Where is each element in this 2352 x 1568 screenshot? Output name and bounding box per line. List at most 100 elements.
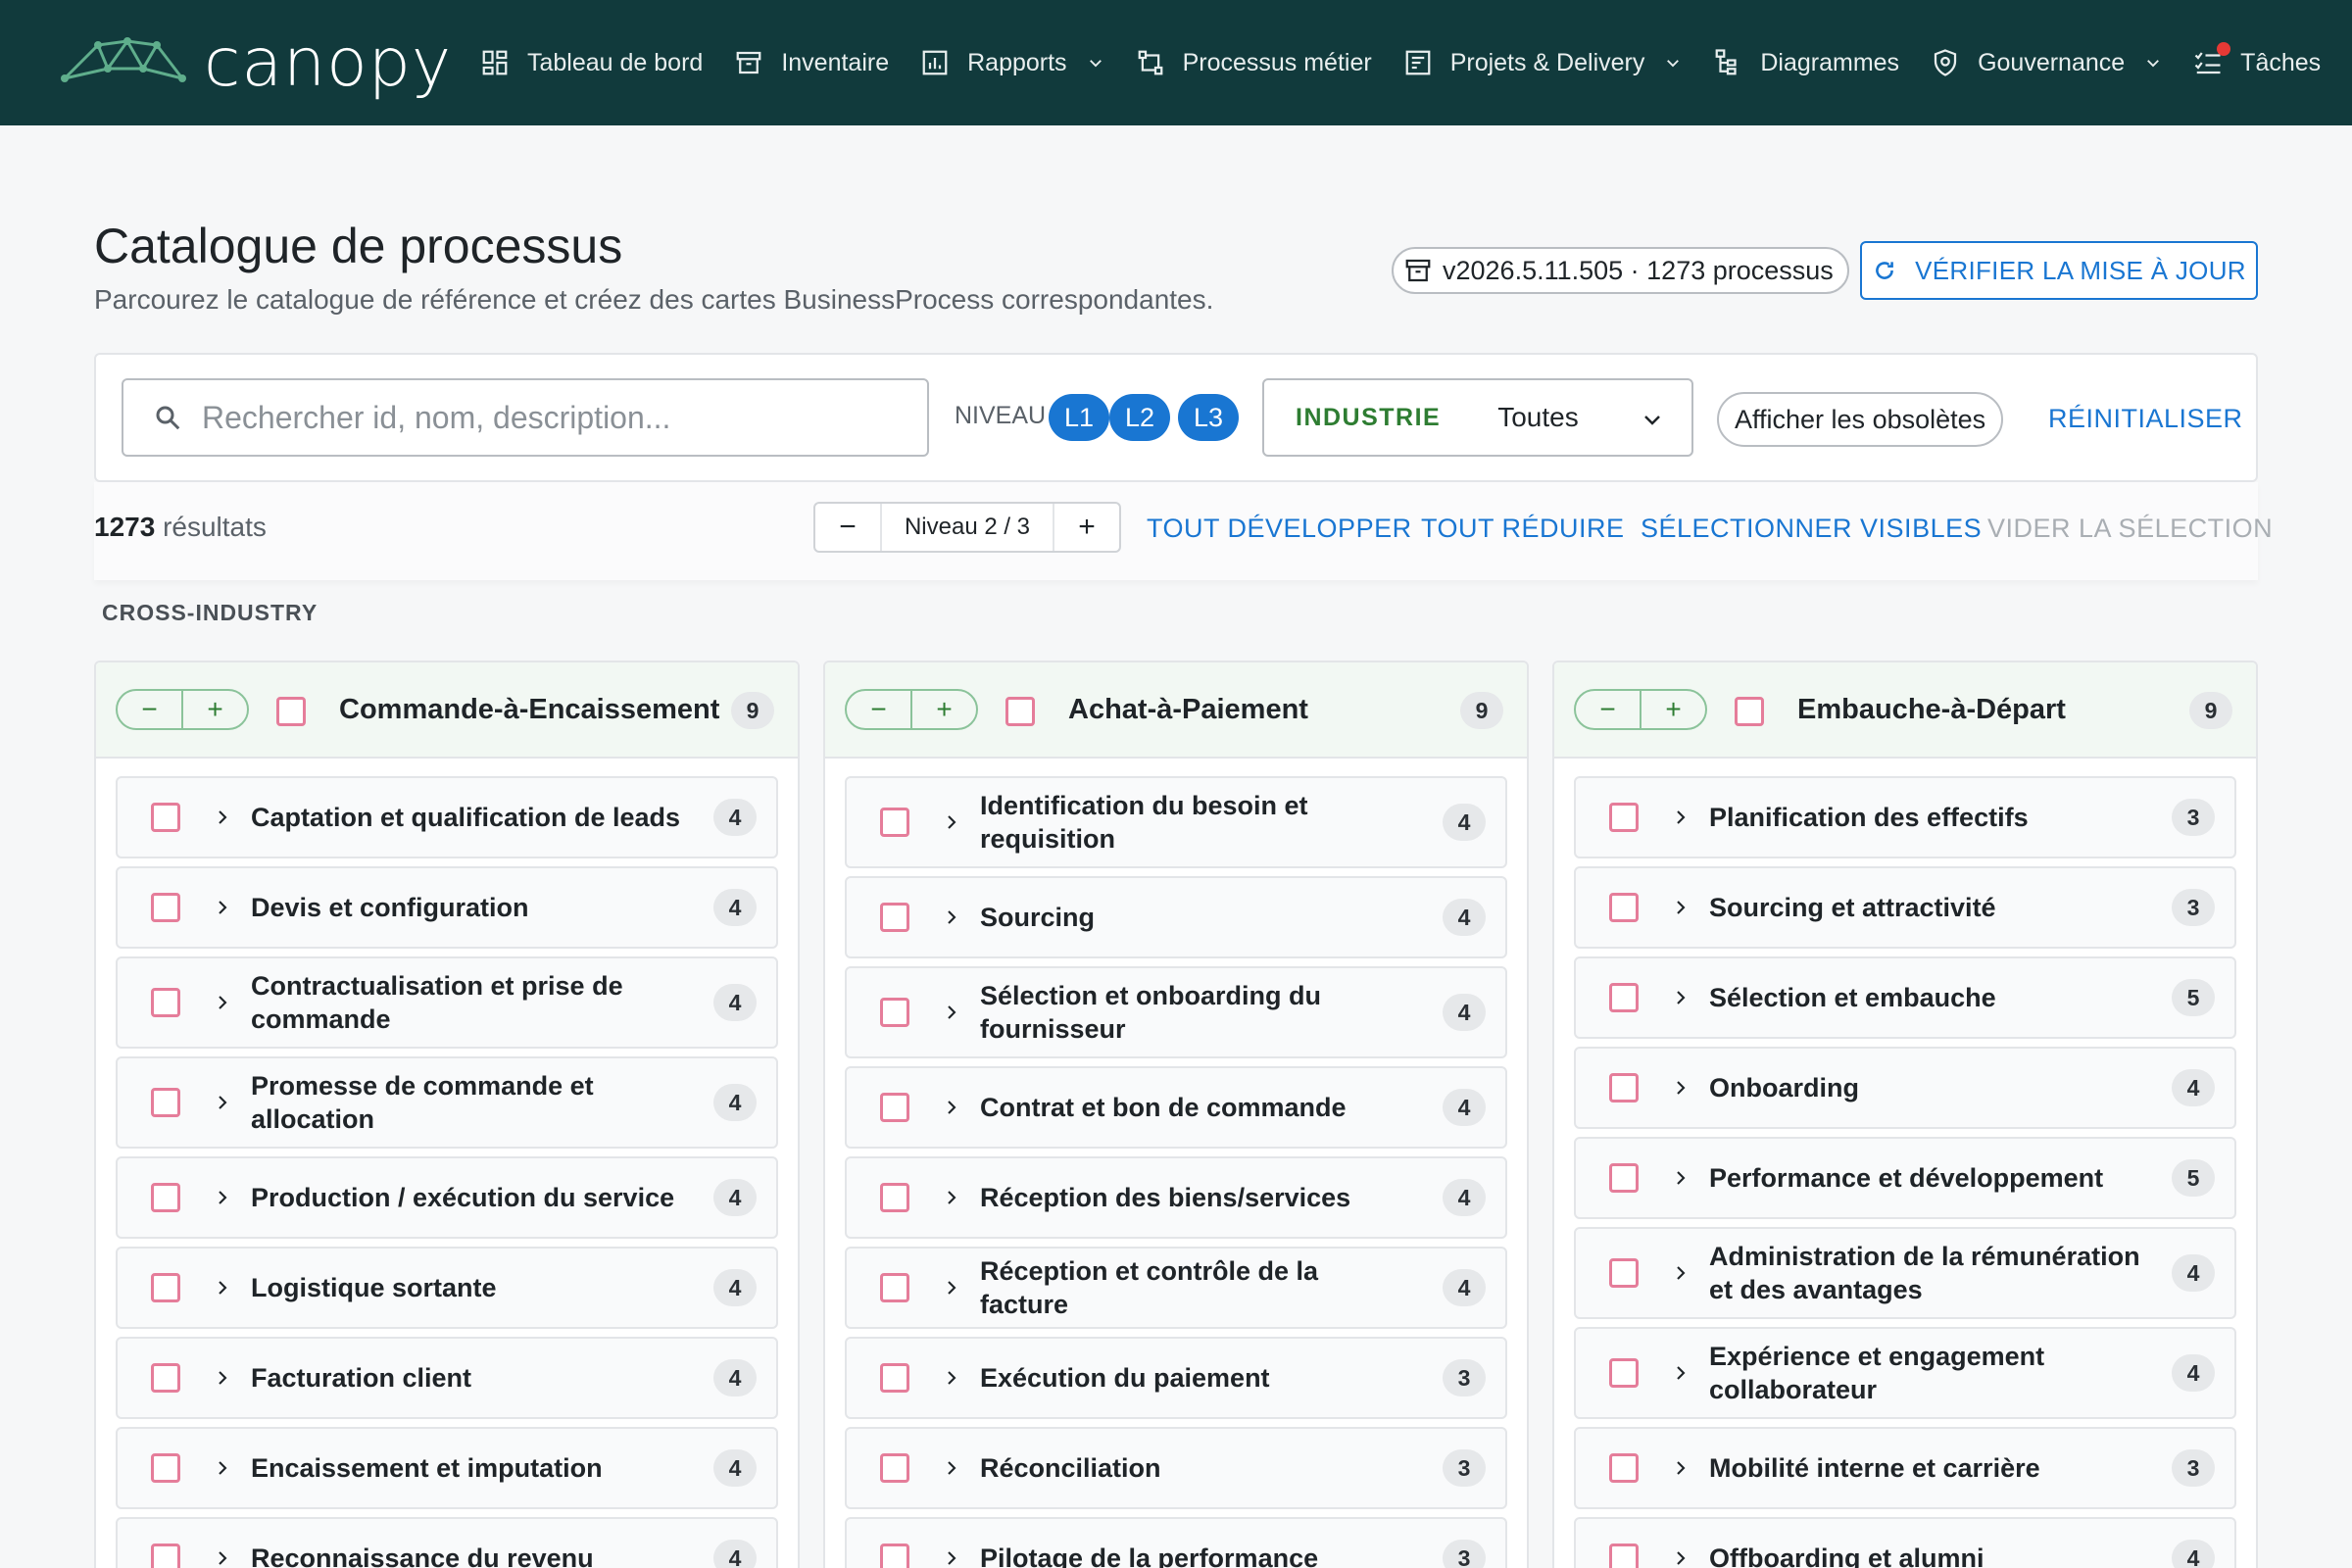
- process-row[interactable]: Sélection et embauche 5: [1574, 956, 2236, 1039]
- expand-all-button[interactable]: TOUT DÉVELOPPER: [1147, 514, 1412, 544]
- chevron-right-icon[interactable]: [1672, 1169, 1690, 1187]
- chevron-right-icon[interactable]: [1672, 1264, 1690, 1282]
- chevron-right-icon[interactable]: [214, 1279, 231, 1297]
- chevron-right-icon[interactable]: [943, 1189, 960, 1206]
- process-row[interactable]: Contractualisation et prise de commande 4: [116, 956, 778, 1049]
- expand-button[interactable]: +: [1642, 691, 1705, 728]
- row-checkbox[interactable]: [151, 803, 180, 832]
- level-increase-button[interactable]: +: [1054, 504, 1119, 551]
- level-chip-l1[interactable]: L1: [1049, 394, 1109, 441]
- nav-projects[interactable]: Projets & Delivery: [1403, 48, 1683, 77]
- process-row[interactable]: Captation et qualification de leads 4: [116, 776, 778, 858]
- process-row[interactable]: Logistique sortante 4: [116, 1247, 778, 1329]
- nav-diagrams[interactable]: Diagrammes: [1713, 48, 1899, 77]
- level-chip-l3[interactable]: L3: [1178, 394, 1239, 441]
- chevron-right-icon[interactable]: [943, 1549, 960, 1567]
- chevron-right-icon[interactable]: [1672, 808, 1690, 826]
- chevron-right-icon[interactable]: [943, 1004, 960, 1021]
- collapse-button[interactable]: −: [1576, 691, 1642, 728]
- row-checkbox[interactable]: [1609, 893, 1639, 922]
- process-row[interactable]: Administration de la rémunération et des…: [1574, 1227, 2236, 1319]
- chevron-right-icon[interactable]: [943, 908, 960, 926]
- chevron-right-icon[interactable]: [214, 899, 231, 916]
- chevron-right-icon[interactable]: [214, 808, 231, 826]
- process-row[interactable]: Offboarding et alumni 4: [1574, 1517, 2236, 1568]
- row-checkbox[interactable]: [880, 1453, 909, 1483]
- process-row[interactable]: Reconnaissance du revenu 4: [116, 1517, 778, 1568]
- row-checkbox[interactable]: [151, 1453, 180, 1483]
- row-checkbox[interactable]: [151, 1088, 180, 1117]
- search-input[interactable]: [202, 399, 888, 436]
- process-row[interactable]: Réconciliation 3: [845, 1427, 1507, 1509]
- chevron-right-icon[interactable]: [214, 1094, 231, 1111]
- chevron-right-icon[interactable]: [1672, 1364, 1690, 1382]
- chevron-right-icon[interactable]: [1672, 1459, 1690, 1477]
- process-row[interactable]: Sélection et onboarding du fournisseur 4: [845, 966, 1507, 1058]
- chevron-right-icon[interactable]: [1672, 899, 1690, 916]
- nav-inventory[interactable]: Inventaire: [734, 48, 889, 77]
- search-box[interactable]: [122, 378, 929, 457]
- level-decrease-button[interactable]: −: [815, 504, 880, 551]
- row-checkbox[interactable]: [880, 808, 909, 837]
- chevron-right-icon[interactable]: [214, 1189, 231, 1206]
- expand-button[interactable]: +: [183, 691, 247, 728]
- row-checkbox[interactable]: [880, 903, 909, 932]
- collapse-button[interactable]: −: [847, 691, 912, 728]
- row-checkbox[interactable]: [1609, 1544, 1639, 1568]
- process-row[interactable]: Expérience et engagement collaborateur 4: [1574, 1327, 2236, 1419]
- show-obsolete-chip[interactable]: Afficher les obsolètes: [1717, 392, 2004, 447]
- nav-business-process[interactable]: Processus métier: [1136, 48, 1372, 77]
- process-row[interactable]: Exécution du paiement 3: [845, 1337, 1507, 1419]
- collapse-button[interactable]: −: [118, 691, 183, 728]
- row-checkbox[interactable]: [151, 1273, 180, 1302]
- row-checkbox[interactable]: [880, 1363, 909, 1393]
- row-checkbox[interactable]: [151, 988, 180, 1017]
- row-checkbox[interactable]: [151, 1183, 180, 1212]
- chevron-right-icon[interactable]: [1672, 1079, 1690, 1097]
- process-row[interactable]: Performance et développement 5: [1574, 1137, 2236, 1219]
- row-checkbox[interactable]: [151, 893, 180, 922]
- row-checkbox[interactable]: [880, 1544, 909, 1568]
- row-checkbox[interactable]: [1609, 1358, 1639, 1388]
- chevron-right-icon[interactable]: [943, 1369, 960, 1387]
- column-checkbox[interactable]: [1005, 697, 1035, 726]
- select-visible-button[interactable]: SÉLECTIONNER VISIBLES: [1641, 514, 1982, 544]
- collapse-all-button[interactable]: TOUT RÉDUIRE: [1421, 514, 1625, 544]
- row-checkbox[interactable]: [1609, 803, 1639, 832]
- chevron-right-icon[interactable]: [943, 813, 960, 831]
- process-row[interactable]: Sourcing et attractivité 3: [1574, 866, 2236, 949]
- industry-select[interactable]: INDUSTRIE Toutes: [1262, 378, 1693, 457]
- process-row[interactable]: Onboarding 4: [1574, 1047, 2236, 1129]
- row-checkbox[interactable]: [1609, 1453, 1639, 1483]
- column-checkbox[interactable]: [1735, 697, 1764, 726]
- process-row[interactable]: Production / exécution du service 4: [116, 1156, 778, 1239]
- nav-reports[interactable]: Rapports: [920, 48, 1103, 77]
- level-chip-l2[interactable]: L2: [1109, 394, 1170, 441]
- process-row[interactable]: Facturation client 4: [116, 1337, 778, 1419]
- chevron-right-icon[interactable]: [214, 1549, 231, 1567]
- chevron-right-icon[interactable]: [214, 994, 231, 1011]
- chevron-right-icon[interactable]: [943, 1279, 960, 1297]
- row-checkbox[interactable]: [880, 1093, 909, 1122]
- column-checkbox[interactable]: [276, 697, 306, 726]
- chevron-right-icon[interactable]: [1672, 1549, 1690, 1567]
- process-row[interactable]: Réception et contrôle de la facture 4: [845, 1247, 1507, 1329]
- process-row[interactable]: Encaissement et imputation 4: [116, 1427, 778, 1509]
- row-checkbox[interactable]: [151, 1544, 180, 1568]
- process-row[interactable]: Planification des effectifs 3: [1574, 776, 2236, 858]
- process-row[interactable]: Mobilité interne et carrière 3: [1574, 1427, 2236, 1509]
- process-row[interactable]: Identification du besoin et requisition 4: [845, 776, 1507, 868]
- row-checkbox[interactable]: [1609, 1258, 1639, 1288]
- row-checkbox[interactable]: [1609, 1163, 1639, 1193]
- expand-button[interactable]: +: [912, 691, 976, 728]
- chevron-right-icon[interactable]: [214, 1459, 231, 1477]
- process-row[interactable]: Devis et configuration 4: [116, 866, 778, 949]
- process-row[interactable]: Contrat et bon de commande 4: [845, 1066, 1507, 1149]
- row-checkbox[interactable]: [880, 1273, 909, 1302]
- nav-tasks[interactable]: Tâches: [2193, 42, 2321, 77]
- process-row[interactable]: Sourcing 4: [845, 876, 1507, 958]
- nav-dashboard[interactable]: Tableau de bord: [480, 48, 703, 77]
- chevron-right-icon[interactable]: [1672, 989, 1690, 1006]
- brand-logo[interactable]: canopy: [59, 24, 452, 102]
- process-row[interactable]: Réception des biens/services 4: [845, 1156, 1507, 1239]
